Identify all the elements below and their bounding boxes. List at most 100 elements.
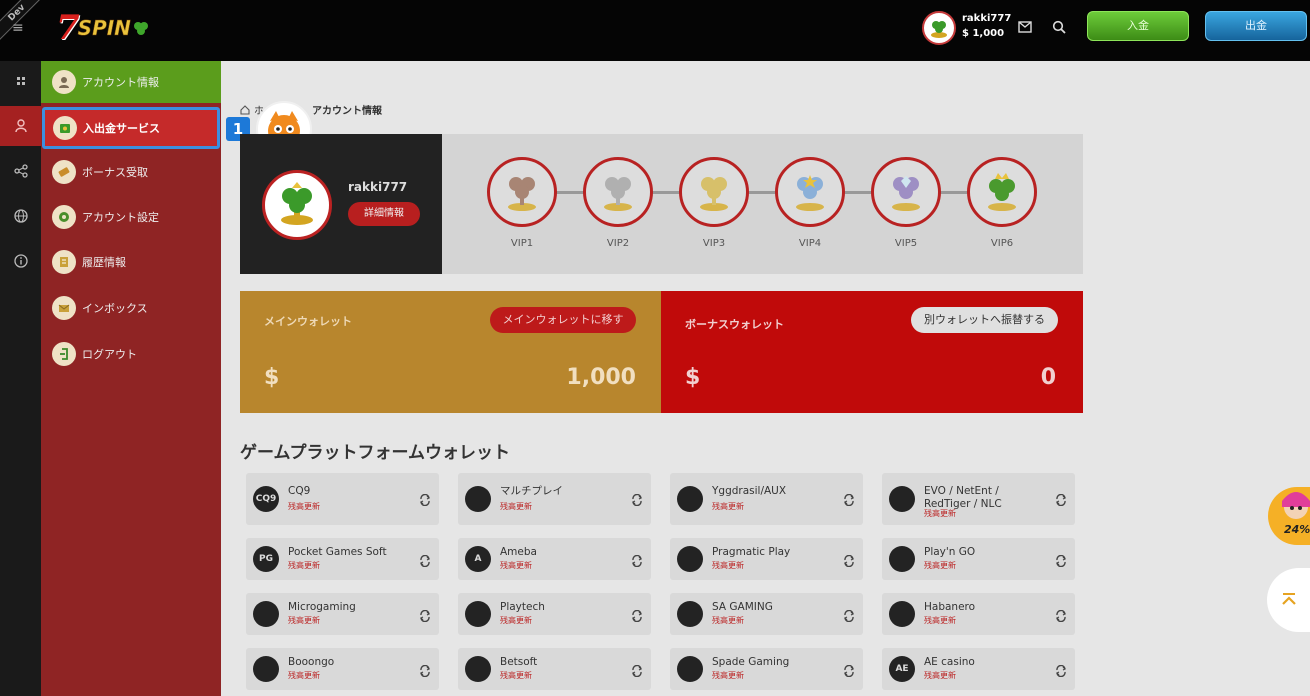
vip3-clover-icon	[700, 177, 728, 211]
platform-tile[interactable]: Pragmatic Play 残高更新	[670, 538, 863, 580]
platform-tile[interactable]: A Ameba 残高更新	[458, 538, 651, 580]
refresh-icon[interactable]	[631, 491, 643, 507]
main-wallet-title: メインウォレット	[264, 315, 352, 328]
refresh-balance-link[interactable]: 残高更新	[924, 670, 956, 681]
refresh-balance-link[interactable]: 残高更新	[924, 560, 956, 571]
detail-button[interactable]: 詳細情報	[348, 202, 420, 226]
refresh-icon[interactable]	[1055, 607, 1067, 623]
refresh-balance-link[interactable]: 残高更新	[288, 560, 320, 571]
refresh-balance-link[interactable]: 残高更新	[500, 670, 532, 681]
refresh-icon[interactable]	[1055, 491, 1067, 507]
move-to-main-wallet-button[interactable]: メインウォレットに移す	[490, 307, 636, 333]
refresh-balance-link[interactable]: 残高更新	[712, 501, 744, 512]
vip1-badge[interactable]	[487, 157, 557, 227]
platform-tile[interactable]: EVO / NetEnt / RedTiger / NLC 残高更新	[882, 473, 1075, 525]
menu-icon[interactable]: ≡	[12, 20, 24, 36]
vip2-clover-icon	[604, 177, 632, 211]
sidebar-item-account-info[interactable]: アカウント情報	[41, 61, 221, 103]
platform-tile[interactable]: マルチプレイ 残高更新	[458, 473, 651, 525]
rail-share[interactable]	[0, 151, 41, 191]
platform-logo-icon	[465, 486, 491, 512]
platform-logo-icon	[677, 486, 703, 512]
refresh-balance-link[interactable]: 残高更新	[924, 615, 956, 626]
refresh-balance-link[interactable]: 残高更新	[924, 508, 956, 519]
user-balance: $ 1,000	[962, 28, 1005, 39]
withdraw-button[interactable]: 出金	[1205, 11, 1307, 41]
refresh-balance-link[interactable]: 残高更新	[712, 560, 744, 571]
platform-tile[interactable]: Betsoft 残高更新	[458, 648, 651, 690]
sidebar-item-label: 履歴情報	[82, 256, 126, 269]
search-icon[interactable]	[1052, 20, 1066, 34]
platform-tile[interactable]: Playtech 残高更新	[458, 593, 651, 635]
vip3-badge[interactable]	[679, 157, 749, 227]
sidebar-item-inbox[interactable]: インボックス	[41, 287, 221, 329]
rail-grid[interactable]	[0, 61, 41, 101]
refresh-icon[interactable]	[419, 662, 431, 678]
user-avatar[interactable]	[922, 11, 956, 45]
vip4-clover-icon	[796, 175, 824, 211]
platform-tile[interactable]: Spade Gaming 残高更新	[670, 648, 863, 690]
rail-info[interactable]	[0, 241, 41, 281]
vip-label: VIP1	[510, 238, 534, 249]
refresh-balance-link[interactable]: 残高更新	[712, 615, 744, 626]
rail-language[interactable]	[0, 196, 41, 236]
transfer-to-other-wallet-button[interactable]: 別ウォレットへ振替する	[911, 307, 1058, 333]
home-icon[interactable]	[240, 104, 250, 115]
rail-account[interactable]	[0, 106, 41, 146]
user-icon	[14, 119, 27, 133]
platform-tile[interactable]: Habanero 残高更新	[882, 593, 1075, 635]
refresh-icon[interactable]	[843, 607, 855, 623]
platform-tile[interactable]: Microgaming 残高更新	[246, 593, 439, 635]
platform-tile[interactable]: SA GAMING 残高更新	[670, 593, 863, 635]
vip6-badge[interactable]	[967, 157, 1037, 227]
refresh-balance-link[interactable]: 残高更新	[288, 670, 320, 681]
refresh-icon[interactable]	[843, 552, 855, 568]
main-wallet-currency: $	[264, 365, 280, 390]
chevron-up-icon	[1281, 593, 1296, 605]
breadcrumb-current: アカウント情報	[312, 106, 382, 117]
platform-logo-icon	[677, 656, 703, 682]
platform-logo-icon	[677, 546, 703, 572]
platform-tile[interactable]: CQ9 CQ9 残高更新	[246, 473, 439, 525]
site-logo[interactable]: 7 SPIN	[56, 8, 149, 48]
refresh-icon[interactable]	[419, 552, 431, 568]
vip4-badge[interactable]	[775, 157, 845, 227]
platform-name: Pragmatic Play	[712, 546, 791, 558]
mail-icon[interactable]	[1018, 21, 1032, 33]
platform-tile[interactable]: Play'n GO 残高更新	[882, 538, 1075, 580]
platform-tile[interactable]: AE AE casino 残高更新	[882, 648, 1075, 690]
profile-avatar	[262, 170, 332, 240]
vip5-badge[interactable]	[871, 157, 941, 227]
sidebar-item-history[interactable]: 履歴情報	[41, 241, 221, 283]
vip2-badge[interactable]	[583, 157, 653, 227]
platform-logo-icon	[465, 601, 491, 627]
clover-trophy-icon	[931, 21, 947, 38]
refresh-icon[interactable]	[631, 607, 643, 623]
refresh-balance-link[interactable]: 残高更新	[288, 501, 320, 512]
platform-name: Yggdrasil/AUX	[712, 485, 787, 497]
refresh-icon[interactable]	[631, 552, 643, 568]
sidebar-item-deposit-withdraw[interactable]: 入出金サービス	[42, 107, 220, 149]
refresh-icon[interactable]	[419, 491, 431, 507]
sidebar-item-bonus[interactable]: ボーナス受取	[41, 151, 221, 193]
platform-logo-icon	[889, 486, 915, 512]
deposit-button[interactable]: 入金	[1087, 11, 1189, 41]
refresh-icon[interactable]	[1055, 662, 1067, 678]
platform-name: マルチプレイ	[500, 485, 563, 497]
refresh-icon[interactable]	[1055, 552, 1067, 568]
sidebar-item-logout[interactable]: ログアウト	[41, 333, 221, 375]
refresh-balance-link[interactable]: 残高更新	[500, 560, 532, 571]
refresh-icon[interactable]	[419, 607, 431, 623]
platform-tile[interactable]: Booongo 残高更新	[246, 648, 439, 690]
refresh-icon[interactable]	[631, 662, 643, 678]
platform-name: Spade Gaming	[712, 656, 790, 668]
platform-tile[interactable]: Yggdrasil/AUX 残高更新	[670, 473, 863, 525]
refresh-balance-link[interactable]: 残高更新	[712, 670, 744, 681]
platform-tile[interactable]: PG Pocket Games Soft 残高更新	[246, 538, 439, 580]
refresh-balance-link[interactable]: 残高更新	[500, 615, 532, 626]
refresh-icon[interactable]	[843, 662, 855, 678]
refresh-balance-link[interactable]: 残高更新	[288, 615, 320, 626]
sidebar-item-account-settings[interactable]: アカウント設定	[41, 196, 221, 238]
refresh-icon[interactable]	[843, 491, 855, 507]
refresh-balance-link[interactable]: 残高更新	[500, 501, 532, 512]
